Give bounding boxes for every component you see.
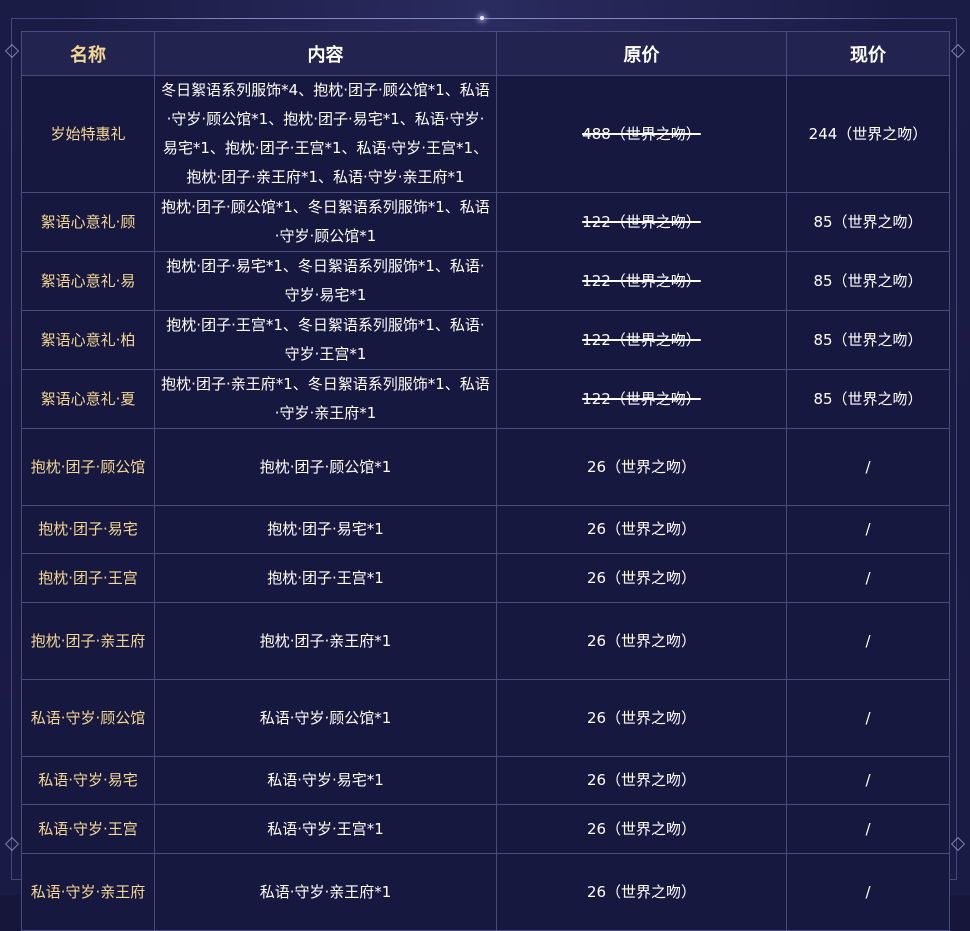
table-row: 私语·守岁·易宅 私语·守岁·易宅*1 26（世界之吻） / [21,756,950,805]
original-price: 488（世界之吻） [496,75,787,193]
original-price-value: 26（世界之吻） [586,631,697,650]
original-price-value: 26（世界之吻） [586,708,697,727]
item-content: 抱枕·团子·亲王府*1 [154,602,497,680]
current-price: / [786,428,950,506]
current-price: / [786,804,950,854]
table-row: 抱枕·团子·易宅 抱枕·团子·易宅*1 26（世界之吻） / [21,505,950,554]
sparkle-icon [480,16,484,20]
original-price-value: 26（世界之吻） [586,568,697,587]
item-name: 抱枕·团子·亲王府 [21,602,155,680]
table-row: 私语·守岁·王宫 私语·守岁·王宫*1 26（世界之吻） / [21,804,950,854]
item-content: 私语·守岁·顾公馆*1 [154,679,497,757]
item-name: 抱枕·团子·顾公馆 [21,428,155,506]
table-row: 絮语心意礼·夏 抱枕·团子·亲王府*1、冬日絮语系列服饰*1、私语·守岁·亲王府*… [21,369,950,429]
table-header-row: 名称 内容 原价 现价 [21,31,950,76]
original-price-value: 26（世界之吻） [586,771,697,789]
current-price: / [786,756,950,805]
top-divider [60,18,910,19]
original-price: 26（世界之吻） [496,804,787,854]
original-price-value: 26（世界之吻） [586,819,697,838]
table-row: 岁始特惠礼 冬日絮语系列服饰*4、抱枕·团子·顾公馆*1、私语·守岁·顾公馆*1、… [21,75,950,193]
header-original-price: 原价 [496,31,787,76]
item-name: 絮语心意礼·夏 [21,369,155,429]
item-name: 私语·守岁·易宅 [21,756,155,805]
item-content: 冬日絮语系列服饰*4、抱枕·团子·顾公馆*1、私语·守岁·顾公馆*1、抱枕·团子… [154,75,497,193]
item-content: 抱枕·团子·王宫*1 [154,553,497,603]
current-price: 244（世界之吻） [786,75,950,193]
table-row: 抱枕·团子·亲王府 抱枕·团子·亲王府*1 26（世界之吻） / [21,602,950,680]
item-name: 絮语心意礼·柏 [21,310,155,370]
original-price: 26（世界之吻） [496,428,787,506]
original-price-value: 26（世界之吻） [586,882,697,901]
original-price-value: 122（世界之吻） [582,212,701,231]
item-name: 絮语心意礼·易 [21,251,155,311]
original-price: 26（世界之吻） [496,853,787,931]
table-row: 抱枕·团子·顾公馆 抱枕·团子·顾公馆*1 26（世界之吻） / [21,428,950,506]
item-content: 私语·守岁·亲王府*1 [154,853,497,931]
original-price: 26（世界之吻） [496,756,787,805]
table-row: 絮语心意礼·易 抱枕·团子·易宅*1、冬日絮语系列服饰*1、私语·守岁·易宅*1 1… [21,251,950,311]
table-row: 私语·守岁·顾公馆 私语·守岁·顾公馆*1 26（世界之吻） / [21,679,950,757]
original-price-value: 26（世界之吻） [586,520,697,538]
current-price: 85（世界之吻） [786,369,950,429]
original-price-value: 122（世界之吻） [582,330,701,349]
original-price-value: 122（世界之吻） [582,389,701,408]
item-name: 抱枕·团子·王宫 [21,553,155,603]
current-price: 85（世界之吻） [786,310,950,370]
current-price: 85（世界之吻） [786,251,950,311]
current-price: / [786,505,950,554]
original-price: 26（世界之吻） [496,505,787,554]
item-name: 岁始特惠礼 [21,75,155,193]
item-name: 絮语心意礼·顾 [21,192,155,252]
item-name: 私语·守岁·王宫 [21,804,155,854]
header-content: 内容 [154,31,497,76]
original-price: 26（世界之吻） [496,602,787,680]
item-content: 抱枕·团子·王宫*1、冬日絮语系列服饰*1、私语·守岁·王宫*1 [154,310,497,370]
header-name: 名称 [21,31,155,76]
original-price: 122（世界之吻） [496,310,787,370]
current-price: / [786,679,950,757]
table-row: 絮语心意礼·柏 抱枕·团子·王宫*1、冬日絮语系列服饰*1、私语·守岁·王宫*1 1… [21,310,950,370]
item-name: 私语·守岁·亲王府 [21,853,155,931]
table-body: 岁始特惠礼 冬日絮语系列服饰*4、抱枕·团子·顾公馆*1、私语·守岁·顾公馆*1、… [21,75,950,931]
item-content: 抱枕·团子·顾公馆*1、冬日絮语系列服饰*1、私语·守岁·顾公馆*1 [154,192,497,252]
item-name: 私语·守岁·顾公馆 [21,679,155,757]
table-row: 抱枕·团子·王宫 抱枕·团子·王宫*1 26（世界之吻） / [21,553,950,603]
header-current-price: 现价 [786,31,950,76]
item-content: 抱枕·团子·易宅*1 [154,505,497,554]
current-price: / [786,553,950,603]
original-price: 26（世界之吻） [496,679,787,757]
item-content: 私语·守岁·易宅*1 [154,756,497,805]
table-row: 絮语心意礼·顾 抱枕·团子·顾公馆*1、冬日絮语系列服饰*1、私语·守岁·顾公馆*… [21,192,950,252]
original-price: 122（世界之吻） [496,369,787,429]
table-row: 私语·守岁·亲王府 私语·守岁·亲王府*1 26（世界之吻） / [21,853,950,931]
original-price: 26（世界之吻） [496,553,787,603]
item-content: 抱枕·团子·易宅*1、冬日絮语系列服饰*1、私语·守岁·易宅*1 [154,251,497,311]
item-content: 私语·守岁·王宫*1 [154,804,497,854]
original-price-value: 26（世界之吻） [586,457,697,476]
original-price: 122（世界之吻） [496,251,787,311]
current-price: / [786,602,950,680]
current-price: 85（世界之吻） [786,192,950,252]
item-content: 抱枕·团子·顾公馆*1 [154,428,497,506]
original-price-value: 122（世界之吻） [582,271,701,290]
item-name: 抱枕·团子·易宅 [21,505,155,554]
original-price-value: 488（世界之吻） [582,124,701,143]
item-content: 抱枕·团子·亲王府*1、冬日絮语系列服饰*1、私语·守岁·亲王府*1 [154,369,497,429]
original-price: 122（世界之吻） [496,192,787,252]
price-table: 名称 内容 原价 现价 岁始特惠礼 冬日絮语系列服饰*4、抱枕·团子·顾公馆*1、… [21,31,950,931]
current-price: / [786,853,950,931]
